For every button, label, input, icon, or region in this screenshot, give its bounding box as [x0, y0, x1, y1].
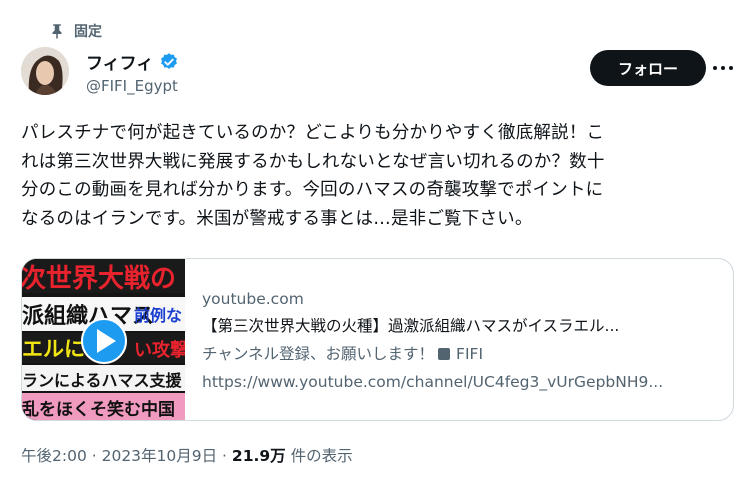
link-preview-card[interactable]: 次世界大戦の 派組織ハマス 前例な エルに い攻撃 ランによるハマス支援 乱をほ… — [21, 258, 734, 421]
card-url: https://www.youtube.com/channel/UC4feg3_… — [202, 373, 664, 391]
more-options-icon[interactable] — [710, 58, 736, 78]
thumb-text-5: 乱をほくそ笑む中国 — [22, 399, 175, 420]
thumb-text-3: エルに — [22, 337, 85, 361]
display-name[interactable]: フィフィ — [86, 49, 153, 74]
card-description: チャンネル登録、お願いします！ FIFI — [202, 340, 722, 368]
avatar-image — [21, 47, 69, 95]
verified-badge-icon — [161, 52, 178, 69]
thumb-text-4: ランによるハマス支援 — [22, 371, 183, 390]
thumbnail-art: 次世界大戦の 派組織ハマス 前例な エルに い攻撃 ランによるハマス支援 乱をほ… — [22, 259, 185, 420]
tweet-text: パレスチナで何が起きているのか？どこよりも分かりやすく徹底解説！こ れは第三次世… — [21, 119, 736, 233]
square-icon — [438, 348, 451, 360]
thumb-text-2b: 前例な — [134, 306, 182, 325]
avatar[interactable] — [21, 47, 69, 95]
tweet-line: パレスチナで何が起きているのか？どこよりも分かりやすく徹底解説！こ — [21, 123, 605, 143]
author-name-row: フィフィ — [86, 49, 179, 74]
card-info: youtube.com 【第三次世界大戦の火種】過激派組織ハマスがイスラエル..… — [202, 287, 722, 396]
follow-button[interactable]: フォロー — [590, 50, 706, 86]
video-thumbnail[interactable]: 次世界大戦の 派組織ハマス 前例な エルに い攻撃 ランによるハマス支援 乱をほ… — [22, 259, 185, 420]
pinned-label: 固定 — [74, 24, 102, 40]
views-label: 件の表示 — [285, 447, 353, 465]
meta-separator: · — [86, 447, 102, 465]
card-title: 【第三次世界大戦の火種】過激派組織ハマスがイスラエル... — [202, 317, 620, 335]
thumb-text-3b: い攻撃 — [134, 339, 185, 361]
tweet-time[interactable]: 午後2:00 — [21, 447, 87, 465]
card-domain: youtube.com — [202, 290, 304, 308]
tweet-line: れは第三次世界大戦に発展するかもしれないとなぜ言い切れるのか？数十 — [21, 151, 605, 172]
tweet-line: なるのはイランです。米国が警戒する事とは…是非ご覧下さい。 — [21, 208, 533, 229]
pinned-indicator: 固定 — [48, 18, 102, 44]
play-icon[interactable] — [81, 318, 127, 364]
pin-icon — [52, 24, 62, 39]
tweet-date[interactable]: 2023年10月9日 — [102, 447, 218, 465]
view-count[interactable]: 21.9万 — [232, 447, 286, 465]
tweet-meta: 午後2:00 · 2023年10月9日 · 21.9万 件の表示 — [21, 444, 353, 466]
card-desc-channel: FIFI — [456, 345, 484, 363]
meta-separator: · — [217, 447, 232, 465]
card-desc-text: チャンネル登録、お願いします！ — [202, 345, 435, 363]
tweet-line: 分のこの動画を見れば分かります。今回のハマスの奇襲攻撃でポイントに — [21, 180, 604, 200]
thumb-text-1: 次世界大戦の — [22, 264, 176, 294]
user-handle[interactable]: @FIFI_Egypt — [86, 77, 178, 95]
